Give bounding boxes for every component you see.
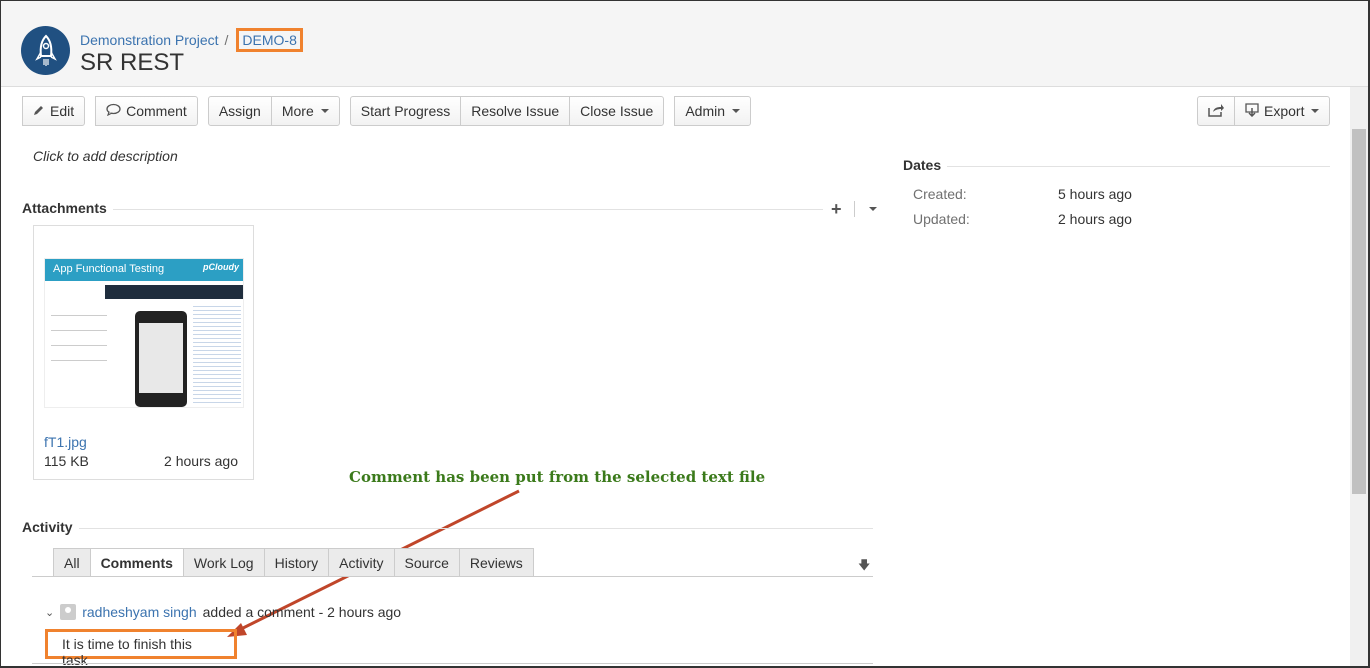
description-placeholder[interactable]: Click to add description (33, 148, 178, 164)
rocket-icon[interactable] (21, 26, 70, 75)
updated-value: 2 hours ago (1058, 211, 1132, 227)
share-button[interactable] (1197, 96, 1235, 126)
tab-activity[interactable]: Activity (329, 548, 395, 577)
comment-label: Comment (126, 103, 187, 119)
dates-divider (947, 166, 1330, 167)
thumbnail-logo: pCloudy (203, 262, 239, 272)
pencil-icon (33, 103, 45, 119)
dates-heading: Dates (903, 157, 942, 173)
issue-header: Demonstration Project / DEMO-8 SR REST (1, 1, 1368, 87)
phone-image (135, 311, 187, 407)
comment-divider (32, 663, 873, 664)
comment-meta: added a comment - 2 hours ago (202, 604, 402, 620)
thumbnail-banner: App Functional Testing pCloudy (45, 259, 243, 281)
comment-author[interactable]: radheshyam singh (82, 604, 196, 620)
export-button[interactable]: Export (1234, 96, 1331, 126)
issue-title[interactable]: SR REST (80, 49, 184, 77)
thumbnail-log (193, 303, 241, 403)
attachment-tools: + (831, 200, 877, 218)
plus-icon[interactable]: + (831, 200, 842, 218)
more-label: More (281, 103, 314, 119)
issue-toolbar: Edit Comment Assign More Start Progress … (22, 96, 761, 126)
tab-all[interactable]: All (53, 548, 91, 577)
breadcrumb-separator: / (224, 32, 229, 48)
caret-down-icon (320, 109, 329, 113)
tab-source[interactable]: Source (394, 548, 460, 577)
thumbnail-bullets (51, 309, 107, 361)
user-avatar (60, 604, 77, 620)
divider (853, 201, 855, 217)
caret-down-icon (732, 109, 741, 113)
tab-history[interactable]: History (264, 548, 330, 577)
comment-button[interactable]: Comment (95, 96, 198, 126)
close-issue-button[interactable]: Close Issue (569, 96, 665, 126)
caret-down-icon[interactable] (868, 207, 877, 211)
resolve-issue-button[interactable]: Resolve Issue (460, 96, 571, 126)
vertical-scrollbar[interactable] (1350, 87, 1368, 666)
assign-button[interactable]: Assign (207, 96, 272, 126)
attachment-thumbnail[interactable]: App Functional Testing pCloudy (44, 258, 244, 408)
thumbnail-title: App Functional Testing (53, 263, 165, 275)
attachment-filename[interactable]: fT1.jpg (44, 434, 87, 450)
attachment-card[interactable]: App Functional Testing pCloudy fT1.jpg 1… (33, 225, 254, 480)
scrollbar-thumb[interactable] (1352, 129, 1366, 494)
comment-header: ⌄ radheshyam singh added a comment - 2 h… (45, 604, 401, 620)
sort-down-icon[interactable]: 🡇 (858, 556, 870, 577)
issue-page: Demonstration Project / DEMO-8 SR REST E… (0, 0, 1370, 668)
project-link[interactable]: Demonstration Project (80, 32, 219, 48)
tab-work-log[interactable]: Work Log (183, 548, 265, 577)
issue-key-link[interactable]: DEMO-8 (236, 28, 303, 52)
chevron-down-icon[interactable]: ⌄ (45, 606, 54, 619)
share-icon (1208, 103, 1224, 120)
attachment-size: 115 KB (44, 453, 89, 469)
edit-label: Edit (50, 103, 75, 119)
more-button[interactable]: More (270, 96, 340, 126)
created-label: Created: (913, 186, 967, 202)
activity-divider (79, 528, 873, 529)
caret-down-icon (1311, 109, 1320, 113)
edit-button[interactable]: Edit (22, 96, 86, 126)
share-export-group: Export (1197, 96, 1331, 126)
speech-bubble-icon (106, 103, 121, 119)
activity-heading: Activity (22, 519, 73, 535)
activity-tabs: All Comments Work Log History Activity S… (53, 548, 534, 577)
created-value: 5 hours ago (1058, 186, 1132, 202)
tabs-divider (32, 576, 873, 577)
attachment-time: 2 hours ago (164, 453, 238, 469)
attachments-divider (113, 209, 823, 210)
admin-label: Admin (685, 103, 726, 119)
tab-comments[interactable]: Comments (90, 548, 184, 577)
thumbnail-panel (105, 285, 243, 299)
updated-label: Updated: (913, 211, 970, 227)
comment-body: It is time to finish this task (45, 629, 237, 666)
start-progress-button[interactable]: Start Progress (349, 96, 462, 126)
annotation-callout: Comment has been put from the selected t… (349, 468, 766, 486)
export-icon (1245, 102, 1259, 120)
attachments-heading: Attachments (22, 200, 107, 216)
tab-reviews[interactable]: Reviews (459, 548, 534, 577)
admin-button[interactable]: Admin (674, 96, 752, 126)
export-label: Export (1264, 103, 1305, 119)
